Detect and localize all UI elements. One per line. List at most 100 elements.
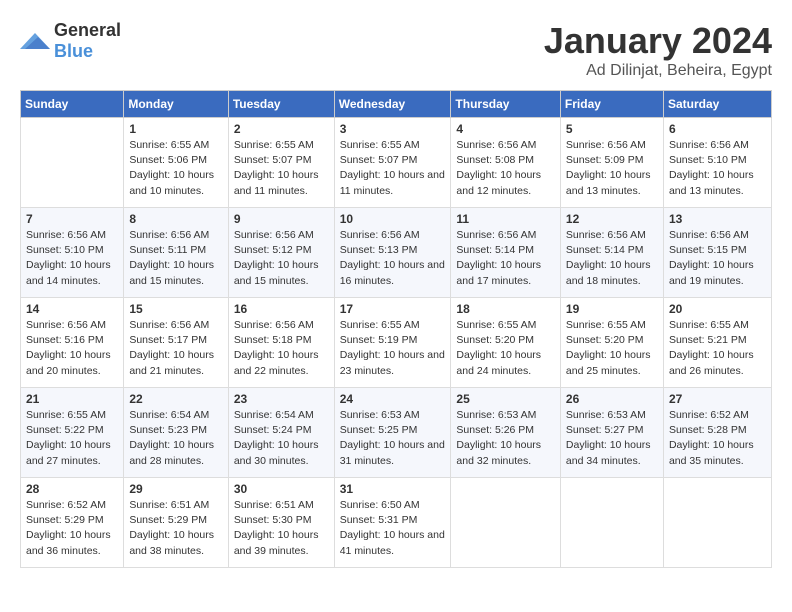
cell-info: Sunrise: 6:52 AMSunset: 5:28 PMDaylight:… [669,408,766,469]
logo-icon [20,29,50,53]
calendar-header-row: SundayMondayTuesdayWednesdayThursdayFrid… [21,91,772,118]
cell-date: 24 [340,392,446,406]
calendar-cell [560,478,663,568]
cell-info: Sunrise: 6:51 AMSunset: 5:29 PMDaylight:… [129,498,222,559]
calendar-cell: 28 Sunrise: 6:52 AMSunset: 5:29 PMDaylig… [21,478,124,568]
calendar-cell: 21 Sunrise: 6:55 AMSunset: 5:22 PMDaylig… [21,388,124,478]
cell-date: 12 [566,212,658,226]
calendar-cell: 18 Sunrise: 6:55 AMSunset: 5:20 PMDaylig… [451,298,561,388]
calendar-cell: 31 Sunrise: 6:50 AMSunset: 5:31 PMDaylig… [334,478,451,568]
cell-info: Sunrise: 6:56 AMSunset: 5:09 PMDaylight:… [566,138,658,199]
cell-info: Sunrise: 6:51 AMSunset: 5:30 PMDaylight:… [234,498,329,559]
logo: General Blue [20,20,121,62]
calendar-cell: 10 Sunrise: 6:56 AMSunset: 5:13 PMDaylig… [334,208,451,298]
cell-info: Sunrise: 6:55 AMSunset: 5:22 PMDaylight:… [26,408,118,469]
calendar-cell [21,118,124,208]
calendar-cell: 23 Sunrise: 6:54 AMSunset: 5:24 PMDaylig… [228,388,334,478]
calendar-title: January 2024 [544,20,772,62]
calendar-cell: 27 Sunrise: 6:52 AMSunset: 5:28 PMDaylig… [663,388,771,478]
cell-date: 25 [456,392,555,406]
calendar-cell: 1 Sunrise: 6:55 AMSunset: 5:06 PMDayligh… [124,118,228,208]
cell-date: 7 [26,212,118,226]
calendar-cell: 24 Sunrise: 6:53 AMSunset: 5:25 PMDaylig… [334,388,451,478]
calendar-cell: 15 Sunrise: 6:56 AMSunset: 5:17 PMDaylig… [124,298,228,388]
cell-date: 15 [129,302,222,316]
week-row-0: 1 Sunrise: 6:55 AMSunset: 5:06 PMDayligh… [21,118,772,208]
cell-info: Sunrise: 6:55 AMSunset: 5:19 PMDaylight:… [340,318,446,379]
calendar-cell: 6 Sunrise: 6:56 AMSunset: 5:10 PMDayligh… [663,118,771,208]
calendar-cell: 26 Sunrise: 6:53 AMSunset: 5:27 PMDaylig… [560,388,663,478]
cell-info: Sunrise: 6:52 AMSunset: 5:29 PMDaylight:… [26,498,118,559]
cell-info: Sunrise: 6:55 AMSunset: 5:20 PMDaylight:… [566,318,658,379]
calendar-table: SundayMondayTuesdayWednesdayThursdayFrid… [20,90,772,568]
cell-date: 28 [26,482,118,496]
calendar-cell: 3 Sunrise: 6:55 AMSunset: 5:07 PMDayligh… [334,118,451,208]
calendar-cell: 4 Sunrise: 6:56 AMSunset: 5:08 PMDayligh… [451,118,561,208]
header-day-monday: Monday [124,91,228,118]
calendar-cell: 16 Sunrise: 6:56 AMSunset: 5:18 PMDaylig… [228,298,334,388]
cell-date: 1 [129,122,222,136]
cell-info: Sunrise: 6:54 AMSunset: 5:24 PMDaylight:… [234,408,329,469]
cell-info: Sunrise: 6:56 AMSunset: 5:11 PMDaylight:… [129,228,222,289]
calendar-cell: 7 Sunrise: 6:56 AMSunset: 5:10 PMDayligh… [21,208,124,298]
cell-info: Sunrise: 6:56 AMSunset: 5:08 PMDaylight:… [456,138,555,199]
cell-date: 27 [669,392,766,406]
calendar-cell: 17 Sunrise: 6:55 AMSunset: 5:19 PMDaylig… [334,298,451,388]
cell-date: 2 [234,122,329,136]
cell-info: Sunrise: 6:54 AMSunset: 5:23 PMDaylight:… [129,408,222,469]
cell-date: 16 [234,302,329,316]
header-day-friday: Friday [560,91,663,118]
cell-info: Sunrise: 6:56 AMSunset: 5:15 PMDaylight:… [669,228,766,289]
cell-date: 4 [456,122,555,136]
calendar-cell: 13 Sunrise: 6:56 AMSunset: 5:15 PMDaylig… [663,208,771,298]
header-day-tuesday: Tuesday [228,91,334,118]
cell-info: Sunrise: 6:55 AMSunset: 5:07 PMDaylight:… [234,138,329,199]
header-day-thursday: Thursday [451,91,561,118]
cell-info: Sunrise: 6:56 AMSunset: 5:18 PMDaylight:… [234,318,329,379]
cell-date: 5 [566,122,658,136]
cell-date: 13 [669,212,766,226]
cell-info: Sunrise: 6:53 AMSunset: 5:26 PMDaylight:… [456,408,555,469]
week-row-3: 21 Sunrise: 6:55 AMSunset: 5:22 PMDaylig… [21,388,772,478]
title-block: January 2024 Ad Dilinjat, Beheira, Egypt [544,20,772,80]
cell-date: 10 [340,212,446,226]
calendar-cell: 5 Sunrise: 6:56 AMSunset: 5:09 PMDayligh… [560,118,663,208]
cell-info: Sunrise: 6:53 AMSunset: 5:27 PMDaylight:… [566,408,658,469]
calendar-cell: 8 Sunrise: 6:56 AMSunset: 5:11 PMDayligh… [124,208,228,298]
cell-info: Sunrise: 6:56 AMSunset: 5:17 PMDaylight:… [129,318,222,379]
cell-date: 23 [234,392,329,406]
cell-date: 17 [340,302,446,316]
calendar-cell: 25 Sunrise: 6:53 AMSunset: 5:26 PMDaylig… [451,388,561,478]
cell-date: 30 [234,482,329,496]
cell-date: 6 [669,122,766,136]
cell-date: 19 [566,302,658,316]
cell-info: Sunrise: 6:53 AMSunset: 5:25 PMDaylight:… [340,408,446,469]
header-day-wednesday: Wednesday [334,91,451,118]
cell-date: 14 [26,302,118,316]
logo-blue: Blue [54,41,93,61]
cell-info: Sunrise: 6:55 AMSunset: 5:21 PMDaylight:… [669,318,766,379]
cell-info: Sunrise: 6:55 AMSunset: 5:20 PMDaylight:… [456,318,555,379]
cell-info: Sunrise: 6:56 AMSunset: 5:12 PMDaylight:… [234,228,329,289]
cell-date: 21 [26,392,118,406]
week-row-1: 7 Sunrise: 6:56 AMSunset: 5:10 PMDayligh… [21,208,772,298]
calendar-location: Ad Dilinjat, Beheira, Egypt [544,62,772,80]
calendar-cell: 2 Sunrise: 6:55 AMSunset: 5:07 PMDayligh… [228,118,334,208]
header-day-sunday: Sunday [21,91,124,118]
calendar-cell: 19 Sunrise: 6:55 AMSunset: 5:20 PMDaylig… [560,298,663,388]
cell-date: 3 [340,122,446,136]
cell-info: Sunrise: 6:55 AMSunset: 5:06 PMDaylight:… [129,138,222,199]
cell-info: Sunrise: 6:56 AMSunset: 5:10 PMDaylight:… [26,228,118,289]
cell-date: 20 [669,302,766,316]
calendar-cell [663,478,771,568]
cell-info: Sunrise: 6:50 AMSunset: 5:31 PMDaylight:… [340,498,446,559]
cell-date: 18 [456,302,555,316]
calendar-cell: 22 Sunrise: 6:54 AMSunset: 5:23 PMDaylig… [124,388,228,478]
cell-info: Sunrise: 6:56 AMSunset: 5:13 PMDaylight:… [340,228,446,289]
calendar-cell: 14 Sunrise: 6:56 AMSunset: 5:16 PMDaylig… [21,298,124,388]
calendar-cell: 30 Sunrise: 6:51 AMSunset: 5:30 PMDaylig… [228,478,334,568]
week-row-2: 14 Sunrise: 6:56 AMSunset: 5:16 PMDaylig… [21,298,772,388]
calendar-cell: 12 Sunrise: 6:56 AMSunset: 5:14 PMDaylig… [560,208,663,298]
cell-info: Sunrise: 6:56 AMSunset: 5:14 PMDaylight:… [456,228,555,289]
cell-date: 11 [456,212,555,226]
